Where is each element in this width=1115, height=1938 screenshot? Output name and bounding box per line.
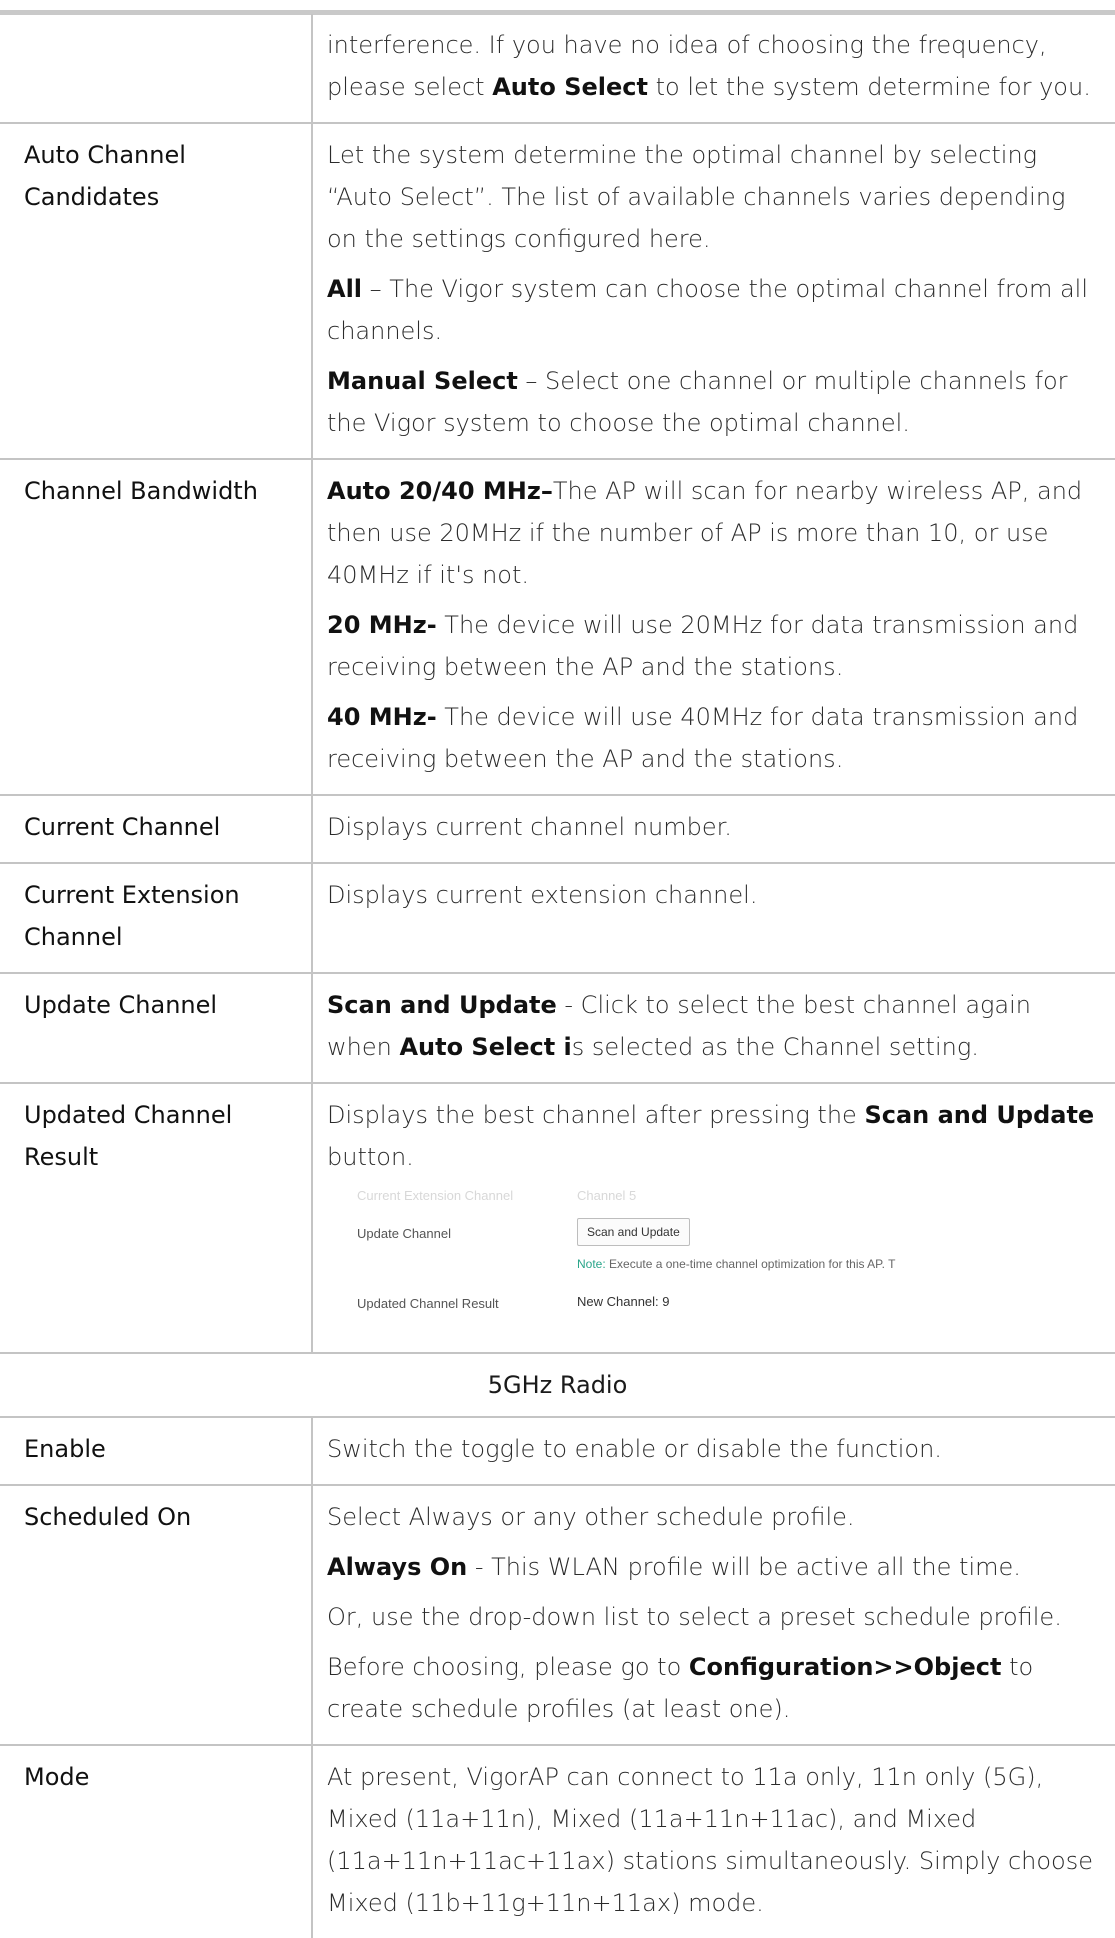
description-paragraph: Scan and Update - Click to select the be… (327, 984, 1101, 1068)
section-row: 5GHz Radio (0, 1352, 1115, 1417)
screenshot-faded-value: Channel 5 (577, 1188, 637, 1203)
body-text: Before choosing, please go to (327, 1653, 689, 1681)
body-text: Let the system determine the optimal cha… (327, 141, 1066, 253)
emphasis-text: Auto 20/40 MHz– (327, 477, 553, 505)
row-description: Displays current extension channel. (312, 862, 1115, 973)
table-row: Current Channel Displays current channel … (0, 794, 1115, 863)
row-label (0, 14, 313, 123)
screenshot-note-text: Execute a one-time channel optimization … (605, 1257, 896, 1271)
screenshot-faded-label: Current Extension Channel (357, 1188, 514, 1203)
table-row: Update Channel Scan and Update - Click to… (0, 972, 1115, 1083)
emphasis-text: Scan and Update (864, 1101, 1095, 1129)
table-row: Scheduled On Select Always or any other s… (0, 1484, 1115, 1745)
description-paragraph: All – The Vigor system can choose the op… (327, 268, 1101, 352)
description-paragraph: Or, use the drop-down list to select a p… (327, 1596, 1101, 1638)
body-text: – The Vigor system can choose the optima… (327, 275, 1089, 345)
description-paragraph: Manual Select – Select one channel or mu… (327, 360, 1101, 444)
description-paragraph: Always On - This WLAN profile will be ac… (327, 1546, 1101, 1588)
row-label: Channel Bandwidth (0, 458, 313, 795)
table-row: interference. If you have no idea of cho… (0, 14, 1115, 123)
table-row: Current Extension Channel Displays curren… (0, 862, 1115, 973)
row-label: Update Channel (0, 972, 313, 1083)
emphasis-text: Manual Select (327, 367, 518, 395)
row-description: At present, VigorAP can connect to 11a o… (312, 1744, 1115, 1938)
table-row: Channel Bandwidth Auto 20/40 MHz–The AP w… (0, 458, 1115, 795)
row-label: Current Extension Channel (0, 862, 313, 973)
row-description: Switch the toggle to enable or disable t… (312, 1416, 1115, 1485)
description-paragraph: Switch the toggle to enable or disable t… (327, 1428, 1101, 1470)
description-paragraph: Displays current channel number. (327, 806, 1101, 848)
row-description: Select Always or any other schedule prof… (312, 1484, 1115, 1745)
body-text: button. (327, 1143, 414, 1171)
screenshot-note-label: Note: (577, 1257, 606, 1271)
body-text: Or, use the drop-down list to select a p… (327, 1603, 1062, 1631)
description-paragraph: interference. If you have no idea of cho… (327, 24, 1101, 108)
row-description: Displays current channel number. (312, 794, 1115, 863)
row-label: Updated Channel Result (0, 1082, 313, 1353)
description-paragraph: At present, VigorAP can connect to 11a o… (327, 1756, 1101, 1924)
emphasis-text: 40 MHz- (327, 703, 437, 731)
description-paragraph: Before choosing, please go to Configurat… (327, 1646, 1101, 1730)
emphasis-text: Scan and Update (327, 991, 557, 1019)
description-paragraph: Auto 20/40 MHz–The AP will scan for near… (327, 470, 1101, 596)
description-paragraph: 40 MHz- The device will use 40MHz for da… (327, 696, 1101, 780)
body-text: Displays the best channel after pressing… (327, 1101, 865, 1129)
table-row: Mode At present, VigorAP can connect to 1… (0, 1744, 1115, 1938)
table-row: Auto Channel Candidates Let the system de… (0, 122, 1115, 459)
row-label: Scheduled On (0, 1484, 313, 1745)
screenshot-update-channel-label: Update Channel (357, 1226, 451, 1241)
body-text: The device will use 20MHz for data trans… (327, 611, 1079, 681)
section-title: 5GHz Radio (0, 1352, 1115, 1417)
emphasis-text: All (327, 275, 363, 303)
row-description: Displays the best channel after pressing… (312, 1082, 1115, 1353)
body-text: Displays current channel number. (327, 813, 732, 841)
row-label: Mode (0, 1744, 313, 1938)
embedded-screenshot: Current Extension Channel Channel 5 Upda… (327, 1188, 967, 1338)
row-description: Let the system determine the optimal cha… (312, 122, 1115, 459)
table-row: Updated Channel Result Displays the best … (0, 1082, 1115, 1353)
emphasis-text: Configuration>>Object (688, 1653, 1002, 1681)
description-paragraph: Let the system determine the optimal cha… (327, 134, 1101, 260)
row-label: Enable (0, 1416, 313, 1485)
body-text: to let the system determine for you. (647, 73, 1091, 101)
body-text: The device will use 40MHz for data trans… (327, 703, 1079, 773)
row-description: Auto 20/40 MHz–The AP will scan for near… (312, 458, 1115, 795)
screenshot-result-value: New Channel: 9 (577, 1294, 670, 1309)
description-paragraph: 20 MHz- The device will use 20MHz for da… (327, 604, 1101, 688)
emphasis-text: 20 MHz- (327, 611, 437, 639)
body-text: Select Always or any other schedule prof… (327, 1503, 855, 1531)
description-paragraph: Select Always or any other schedule prof… (327, 1496, 1101, 1538)
body-text: Switch the toggle to enable or disable t… (327, 1435, 942, 1463)
screenshot-note: Note: Execute a one-time channel optimiz… (577, 1256, 895, 1272)
body-text: At present, VigorAP can connect to 11a o… (327, 1763, 1093, 1917)
body-text: - This WLAN profile will be active all t… (467, 1553, 1021, 1581)
description-paragraph: Displays the best channel after pressing… (327, 1094, 1101, 1178)
scan-and-update-button[interactable]: Scan and Update (577, 1218, 690, 1246)
description-paragraph: Displays current extension channel. (327, 874, 1101, 916)
body-text: s selected as the Channel setting. (571, 1033, 979, 1061)
emphasis-text: Auto Select i (399, 1033, 572, 1061)
screenshot-result-label: Updated Channel Result (357, 1296, 499, 1311)
emphasis-text: Auto Select (492, 73, 648, 101)
emphasis-text: Always On (327, 1553, 468, 1581)
body-text: Displays current extension channel. (327, 881, 758, 909)
table-row: Enable Switch the toggle to enable or dis… (0, 1416, 1115, 1485)
parameter-table: interference. If you have no idea of cho… (0, 14, 1115, 1938)
row-label: Current Channel (0, 794, 313, 863)
row-description: Scan and Update - Click to select the be… (312, 972, 1115, 1083)
row-label: Auto Channel Candidates (0, 122, 313, 459)
row-description: interference. If you have no idea of cho… (312, 14, 1115, 123)
